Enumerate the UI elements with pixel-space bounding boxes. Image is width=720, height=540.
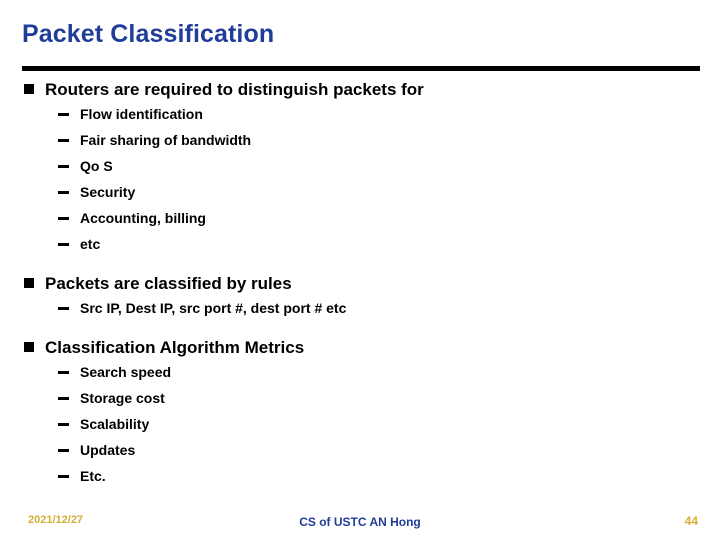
bullet-label-level2: Storage cost xyxy=(80,390,165,406)
bullet-label-level2: Etc. xyxy=(80,468,106,484)
bullet-item-level2: Accounting, billing xyxy=(0,208,720,234)
bullet-group: Routers are required to distinguish pack… xyxy=(0,78,720,260)
dash-bullet-icon xyxy=(58,371,69,374)
dash-bullet-icon xyxy=(58,397,69,400)
filled-square-bullet-icon xyxy=(24,84,34,94)
dash-bullet-icon xyxy=(58,307,69,310)
bullet-item-level2: Flow identification xyxy=(0,104,720,130)
dash-bullet-icon xyxy=(58,243,69,246)
bullet-item-level1: Routers are required to distinguish pack… xyxy=(0,78,720,104)
bullet-item-level2: Fair sharing of bandwidth xyxy=(0,130,720,156)
bullet-item-level2: Src IP, Dest IP, src port #, dest port #… xyxy=(0,298,720,324)
bullet-label-level2: Src IP, Dest IP, src port #, dest port #… xyxy=(80,300,347,316)
bullet-label-level1: Classification Algorithm Metrics xyxy=(45,338,305,357)
bullet-item-level2: Qo S xyxy=(0,156,720,182)
bullet-label-level2: Flow identification xyxy=(80,106,203,122)
bullet-item-level2: Updates xyxy=(0,440,720,466)
bullet-label-level2: Accounting, billing xyxy=(80,210,206,226)
bullet-item-level2: etc xyxy=(0,234,720,260)
page-title: Packet Classification xyxy=(22,20,275,48)
bullet-item-level2: Scalability xyxy=(0,414,720,440)
bullet-group: Classification Algorithm Metrics Search … xyxy=(0,336,720,492)
bullet-label-level2: Updates xyxy=(80,442,136,458)
dash-bullet-icon xyxy=(58,191,69,194)
slide-page-number: 44 xyxy=(684,514,698,528)
slide-body: Routers are required to distinguish pack… xyxy=(0,78,720,492)
title-divider-rule xyxy=(22,66,700,71)
filled-square-bullet-icon xyxy=(24,278,34,288)
footer-attribution: CS of USTC AN Hong xyxy=(299,515,421,529)
filled-square-bullet-icon xyxy=(24,342,34,352)
bullet-label-level2: etc xyxy=(80,236,101,252)
bullet-item-level2: Storage cost xyxy=(0,388,720,414)
dash-bullet-icon xyxy=(58,475,69,478)
bullet-item-level2: Search speed xyxy=(0,362,720,388)
dash-bullet-icon xyxy=(58,165,69,168)
dash-bullet-icon xyxy=(58,139,69,142)
bullet-item-level1: Packets are classified by rules xyxy=(0,272,720,298)
bullet-item-level2: Security xyxy=(0,182,720,208)
bullet-label-level2: Qo S xyxy=(80,158,113,174)
slide-footer: 2021/12/27 CS of USTC AN Hong 44 xyxy=(0,506,720,540)
bullet-label-level2: Fair sharing of bandwidth xyxy=(80,132,252,148)
bullet-item-level2: Etc. xyxy=(0,466,720,492)
bullet-group: Packets are classified by rules Src IP, … xyxy=(0,272,720,324)
dash-bullet-icon xyxy=(58,113,69,116)
bullet-item-level1: Classification Algorithm Metrics xyxy=(0,336,720,362)
dash-bullet-icon xyxy=(58,423,69,426)
slide-canvas: Packet Classification Routers are requir… xyxy=(0,0,720,540)
bullet-label-level2: Scalability xyxy=(80,416,150,432)
bullet-label-level1: Routers are required to distinguish pack… xyxy=(45,80,424,99)
bullet-label-level2: Search speed xyxy=(80,364,172,380)
bullet-label-level2: Security xyxy=(80,184,136,200)
bullet-label-level1: Packets are classified by rules xyxy=(45,274,292,293)
dash-bullet-icon xyxy=(58,449,69,452)
dash-bullet-icon xyxy=(58,217,69,220)
